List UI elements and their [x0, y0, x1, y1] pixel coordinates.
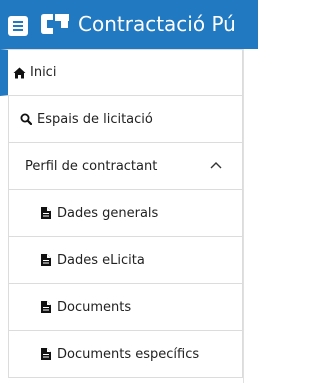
sidebar-item-label: Documents [57, 299, 132, 315]
app-title: Contractació Pú [78, 12, 236, 36]
sidebar-item-dades-elicita[interactable]: Dades eLicita [8, 237, 243, 284]
file-icon [39, 300, 53, 314]
hamburger-menu-icon[interactable] [8, 16, 28, 36]
file-icon [39, 347, 53, 361]
file-icon [39, 206, 53, 220]
sidebar-item-espais-de-licitacio[interactable]: Espais de licitació [8, 96, 243, 143]
contractacio-logo-icon [41, 14, 69, 34]
sidebar-item-inici[interactable]: Inici [0, 49, 243, 96]
sidebar-item-label: Perfil de contractant [25, 158, 158, 174]
search-icon [19, 112, 33, 126]
sidebar-item-label: Dades generals [57, 205, 159, 221]
sidebar-item-label: Documents específics [57, 346, 200, 362]
sidebar-item-dades-generals[interactable]: Dades generals [8, 190, 243, 237]
sidebar-item-label: Espais de licitació [37, 111, 153, 127]
sidebar-item-documents[interactable]: Documents [8, 284, 243, 331]
home-icon [12, 66, 26, 80]
sidebar-item-documents-especifics[interactable]: Documents específics [8, 331, 243, 378]
sidebar-item-label: Dades eLicita [57, 252, 145, 268]
main-content-area [244, 49, 258, 383]
sidebar-item-label: Inici [30, 65, 57, 80]
file-icon [39, 253, 53, 267]
sidebar-item-perfil-de-contractant[interactable]: Perfil de contractant [8, 143, 243, 190]
chevron-up-icon[interactable] [210, 160, 222, 172]
sidebar: Inici Espais de licitació Perfil de cont… [0, 49, 244, 383]
app-header: Contractació Pú [0, 0, 258, 49]
